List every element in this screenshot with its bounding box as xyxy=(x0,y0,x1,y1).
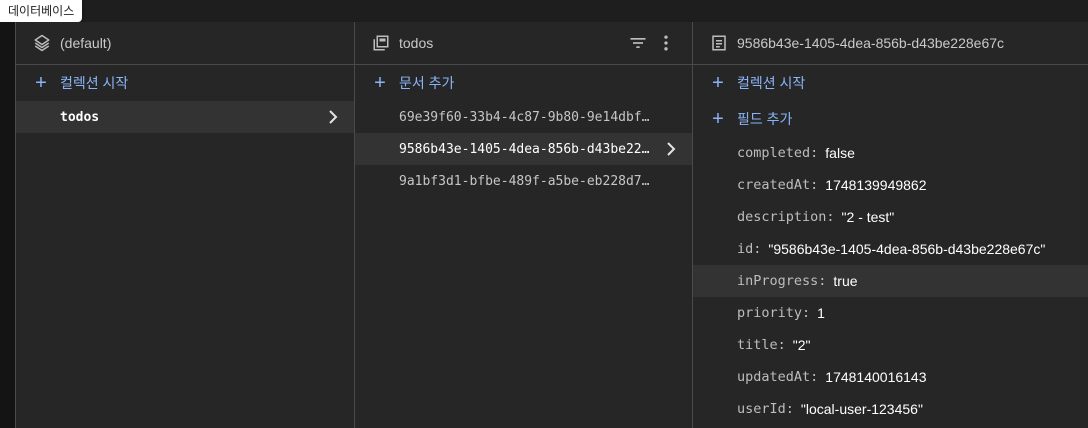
document-item-label: 9a1bf3d1-bfbe-489f-a5be-eb228d7… xyxy=(399,173,650,189)
field-key: priority: xyxy=(737,305,811,321)
collection-title: todos xyxy=(399,35,434,51)
tooltip: 데이터베이스 xyxy=(0,0,83,22)
field-value: "2 - test" xyxy=(841,209,895,225)
collection-item-label: todos xyxy=(60,109,100,125)
field-value: "local-user-123456" xyxy=(800,401,923,417)
start-collection-button[interactable]: + 컬렉션 시작 xyxy=(16,65,354,101)
add-field-label: 필드 추가 xyxy=(737,111,793,127)
add-document-label: 문서 추가 xyxy=(399,75,455,91)
field-value: 1748139949862 xyxy=(825,177,927,193)
field-key: id: xyxy=(737,241,762,257)
document-icon xyxy=(709,33,729,53)
field-value: false xyxy=(825,145,855,161)
collection-list: todos xyxy=(16,101,354,133)
field-value: "9586b43e-1405-4dea-856b-d43be228e67c" xyxy=(768,241,1046,257)
more-vert-icon xyxy=(664,35,668,51)
document-item-label: 9586b43e-1405-4dea-856b-d43be22… xyxy=(399,141,650,157)
field-row[interactable]: createdAt: 1748139949862 xyxy=(693,169,1088,201)
document-title: 9586b43e-1405-4dea-856b-d43be228e67c xyxy=(737,35,1005,51)
database-panel-header: (default) xyxy=(16,22,354,65)
chevron-right-icon xyxy=(664,142,678,156)
document-item-label: 69e39f60-33b4-4c87-9b80-9e14dbf… xyxy=(399,109,650,125)
field-key: userId: xyxy=(737,401,794,417)
field-list: completed: false createdAt: 1748139949862 de… xyxy=(693,137,1088,425)
top-bar xyxy=(0,0,1088,22)
plus-icon: + xyxy=(35,72,47,94)
filter-button[interactable] xyxy=(626,31,650,55)
field-value: "2" xyxy=(792,337,811,353)
plus-icon: + xyxy=(712,72,724,94)
collection-icon xyxy=(371,33,391,53)
start-subcollection-button[interactable]: + 컬렉션 시작 xyxy=(693,65,1088,101)
field-key: description: xyxy=(737,209,835,225)
plus-icon: + xyxy=(712,108,724,130)
field-row[interactable]: priority: 1 xyxy=(693,297,1088,329)
field-value: 1 xyxy=(817,305,825,321)
database-title: (default) xyxy=(60,35,112,51)
start-subcollection-label: 컬렉션 시작 xyxy=(737,75,806,91)
field-key: updatedAt: xyxy=(737,369,819,385)
field-row[interactable]: title: "2" xyxy=(693,329,1088,361)
field-key: inProgress: xyxy=(737,273,827,289)
field-row[interactable]: description: "2 - test" xyxy=(693,201,1088,233)
plus-icon: + xyxy=(374,72,386,94)
layers-icon xyxy=(32,33,52,53)
document-item[interactable]: 69e39f60-33b4-4c87-9b80-9e14dbf… xyxy=(355,101,692,133)
chevron-right-icon xyxy=(326,110,340,124)
add-document-button[interactable]: + 문서 추가 xyxy=(355,65,692,101)
field-value: true xyxy=(833,273,858,289)
add-field-button[interactable]: + 필드 추가 xyxy=(693,101,1088,137)
start-collection-label: 컬렉션 시작 xyxy=(60,75,129,91)
document-panel-header: 9586b43e-1405-4dea-856b-d43be228e67c xyxy=(693,22,1088,65)
field-row[interactable]: completed: false xyxy=(693,137,1088,169)
collection-panel: todos + 문서 추가 69e39f60-33b4-4c87-9b80-9e… xyxy=(354,22,692,428)
field-row[interactable]: id: "9586b43e-1405-4dea-856b-d43be228e67c… xyxy=(693,233,1088,265)
field-value: 1748140016143 xyxy=(825,369,927,385)
field-key: completed: xyxy=(737,145,819,161)
field-row[interactable]: userId: "local-user-123456" xyxy=(693,393,1088,425)
field-key: title: xyxy=(737,337,786,353)
field-row[interactable]: inProgress: true xyxy=(693,265,1088,297)
left-strip xyxy=(0,22,15,428)
document-list: 69e39f60-33b4-4c87-9b80-9e14dbf… 9586b43e… xyxy=(355,101,692,197)
field-row[interactable]: updatedAt: 1748140016143 xyxy=(693,361,1088,393)
filter-icon xyxy=(630,38,646,48)
field-key: createdAt: xyxy=(737,177,819,193)
document-item[interactable]: 9a1bf3d1-bfbe-489f-a5be-eb228d7… xyxy=(355,165,692,197)
more-options-button[interactable] xyxy=(654,31,678,55)
collection-item[interactable]: todos xyxy=(16,101,354,133)
database-panel: (default) + 컬렉션 시작 todos xyxy=(15,22,354,428)
collection-panel-header: todos xyxy=(355,22,692,65)
document-panel: 9586b43e-1405-4dea-856b-d43be228e67c + 컬… xyxy=(692,22,1088,428)
document-item[interactable]: 9586b43e-1405-4dea-856b-d43be22… xyxy=(355,133,692,165)
